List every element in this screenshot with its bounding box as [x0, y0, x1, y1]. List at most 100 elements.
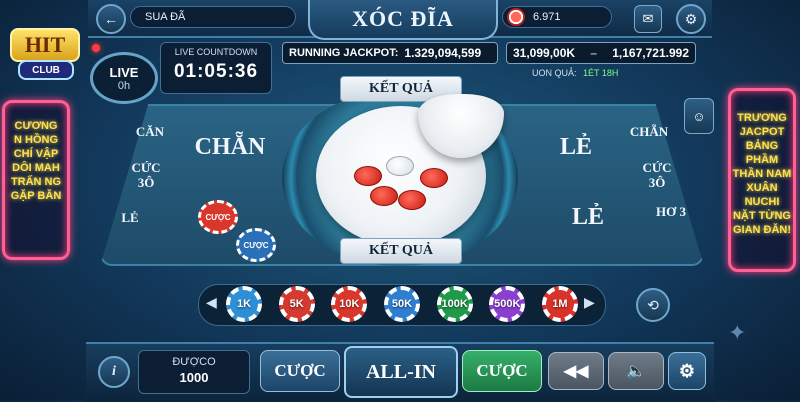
- won-label: ĐƯỢCO: [172, 356, 216, 368]
- bet-cell-le-top-label: LẺ: [559, 134, 592, 160]
- bet-cell-ho-right[interactable]: HƠ 3: [648, 204, 694, 244]
- game-title: XÓC ĐĨA: [352, 6, 454, 31]
- bet-cell-can[interactable]: CĂN: [130, 114, 170, 154]
- promo-line: CƯƠNG: [14, 120, 58, 132]
- promo-line: GẶP BĂN: [10, 190, 62, 202]
- all-in-button[interactable]: ALL-IN: [344, 346, 458, 398]
- history-button[interactable]: ⟲: [636, 288, 670, 322]
- sparkle-icon: ✦: [728, 320, 747, 345]
- placed-bet-chip-1: CƯỢC: [198, 200, 238, 234]
- win-info: UON QUẢ: 1ÉT 18H: [532, 68, 618, 78]
- promo-line: JACPOT: [739, 126, 785, 138]
- result-banner-bottom: KẾT QUẢ: [340, 238, 462, 264]
- running-jackpot: RUNNING JACKPOT: 1.329,094,599: [282, 42, 498, 64]
- notification-dot: [92, 44, 100, 52]
- coin-red-2: [420, 168, 448, 188]
- live-badge: LIVE 0h: [90, 52, 158, 104]
- placed-bet-chip-2: CƯỢC: [236, 228, 276, 262]
- mail-icon: ✉: [642, 11, 654, 26]
- bet-cell-chan-right[interactable]: CHẴN: [626, 116, 672, 150]
- arrow-left-icon: ←: [104, 11, 118, 27]
- jackpot-label: RUNNING JACKPOT:: [289, 47, 399, 59]
- promo-line: XUÂN NUCHI: [744, 182, 780, 208]
- chevron-left-icon: ◀: [206, 294, 217, 310]
- bet-cell-le-bottom[interactable]: LẺ: [536, 192, 640, 248]
- mail-button[interactable]: ✉: [634, 5, 662, 33]
- live-label: LIVE: [109, 64, 139, 80]
- dealer-icon: ☺: [692, 108, 706, 124]
- win-label: UON QUẢ:: [532, 68, 577, 78]
- balance-value: 6.971: [533, 11, 561, 23]
- speaker-icon: 🔈: [626, 363, 646, 380]
- bet-cell-cuc-left-label: CỨC 3Ô: [131, 160, 161, 190]
- rewind-button[interactable]: ◀◀: [548, 352, 604, 390]
- gear-icon: ⚙: [678, 360, 696, 381]
- back-button[interactable]: ←: [96, 4, 126, 34]
- chip-500k[interactable]: 500K: [489, 286, 526, 322]
- coin-red-3: [370, 186, 398, 206]
- hit-club-logo: HIT CLUB: [4, 18, 100, 84]
- coin-white-1: [386, 156, 414, 176]
- promo-line: CHÍ VẬP: [13, 148, 59, 160]
- bottom-settings-button[interactable]: ⚙: [668, 352, 706, 390]
- result-top-label: KẾT QUẢ: [369, 81, 433, 96]
- bet-cell-chan-right-label: CHẴN: [629, 124, 669, 139]
- win-value: 1ÉT 18H: [583, 68, 619, 78]
- countdown-value: 01:05:36: [173, 61, 259, 82]
- top-settings-button[interactable]: ⚙: [676, 4, 706, 34]
- won-panel: ĐƯỢCO 1000: [138, 350, 250, 394]
- right-promo-text: TRƯƠNG JACPOT BẢNG PHẦM THẦN NAM XUÂN NUCHI N…: [731, 111, 793, 237]
- chip-next-button[interactable]: ▶: [584, 294, 595, 311]
- promo-line: NẶT TỪNG: [732, 210, 791, 222]
- bet-cell-cuc-right-label: CỨC 3Ô: [642, 160, 672, 190]
- won-value: 1000: [179, 370, 209, 385]
- bet-cell-le-top[interactable]: LẺ: [526, 116, 626, 176]
- countdown-panel: LIVE COUNTDOWN 01:05:36: [160, 42, 272, 94]
- bet-cell-le-left[interactable]: LẺ: [110, 204, 150, 234]
- sound-button[interactable]: 🔈: [608, 352, 664, 390]
- chip-50k[interactable]: 50K: [383, 286, 420, 322]
- left-promo-text: CƯƠNG N HỒNG CHÍ VẬP DÔI MAH TRẤN NG GẶP BĂN: [5, 119, 67, 203]
- bet-cell-can-label: CĂN: [135, 124, 165, 139]
- gear-icon: ⚙: [684, 10, 698, 27]
- coin-red-1: [354, 166, 382, 186]
- user-name-pill: SUA ĐÃ: [130, 6, 296, 28]
- jackpot-separator: –: [590, 46, 597, 60]
- chip-5k[interactable]: 5K: [278, 286, 315, 322]
- chip-100k[interactable]: 100K: [436, 286, 473, 322]
- info-icon: i: [112, 364, 116, 379]
- chip-1m[interactable]: 1M: [541, 286, 578, 322]
- promo-line: GIAN ĐĂN!: [732, 224, 792, 236]
- bet-left-label: CƯỢC: [274, 361, 326, 380]
- balance-pill: 6.971: [502, 6, 612, 28]
- bet-cell-le-left-label: LẺ: [121, 210, 139, 225]
- promo-line: TRƯƠNG: [737, 112, 787, 124]
- bet-right-label: CƯỢC: [476, 361, 528, 380]
- placed-bet-1-label: CƯỢC: [205, 212, 231, 222]
- all-in-label: ALL-IN: [365, 360, 436, 383]
- bet-cell-cuc-left[interactable]: CỨC 3Ô: [122, 160, 170, 200]
- jackpot-second: 31,099,00K: [513, 46, 576, 60]
- jackpot-secondary: 31,099,00K – 1,167,721.992: [506, 42, 696, 64]
- coin-icon: [507, 8, 525, 26]
- user-name: SUA ĐÃ: [145, 11, 186, 23]
- chip-row: 1K 5K 10K 50K 100K 500K 1M: [226, 286, 578, 322]
- jackpot-third: 1,167,721.992: [612, 46, 689, 60]
- dealer-avatar-button[interactable]: ☺: [684, 98, 714, 134]
- bet-cell-cuc-right[interactable]: CỨC 3Ô: [634, 160, 680, 200]
- bet-left-button[interactable]: CƯỢC: [260, 350, 340, 392]
- right-promo-sign: TRƯƠNG JACPOT BẢNG PHẦM THẦN NAM XUÂN NUCHI N…: [728, 88, 796, 272]
- history-icon: ⟲: [647, 296, 659, 313]
- promo-line: DÔI MAH: [12, 162, 60, 174]
- info-button[interactable]: i: [98, 356, 130, 388]
- promo-line: N HỒNG: [14, 134, 58, 146]
- bet-right-button[interactable]: CƯỢC: [462, 350, 542, 392]
- bet-cell-le-bottom-label: LẺ: [571, 204, 604, 230]
- rewind-icon: ◀◀: [563, 363, 589, 380]
- chip-1k[interactable]: 1K: [226, 286, 262, 322]
- chip-10k[interactable]: 10K: [331, 286, 368, 322]
- bet-cell-chan[interactable]: CHẴN: [178, 112, 282, 186]
- promo-line: THẦN NAM: [732, 168, 792, 180]
- bet-cell-chan-label: CHẴN: [194, 134, 266, 160]
- chip-prev-button[interactable]: ◀: [206, 294, 217, 311]
